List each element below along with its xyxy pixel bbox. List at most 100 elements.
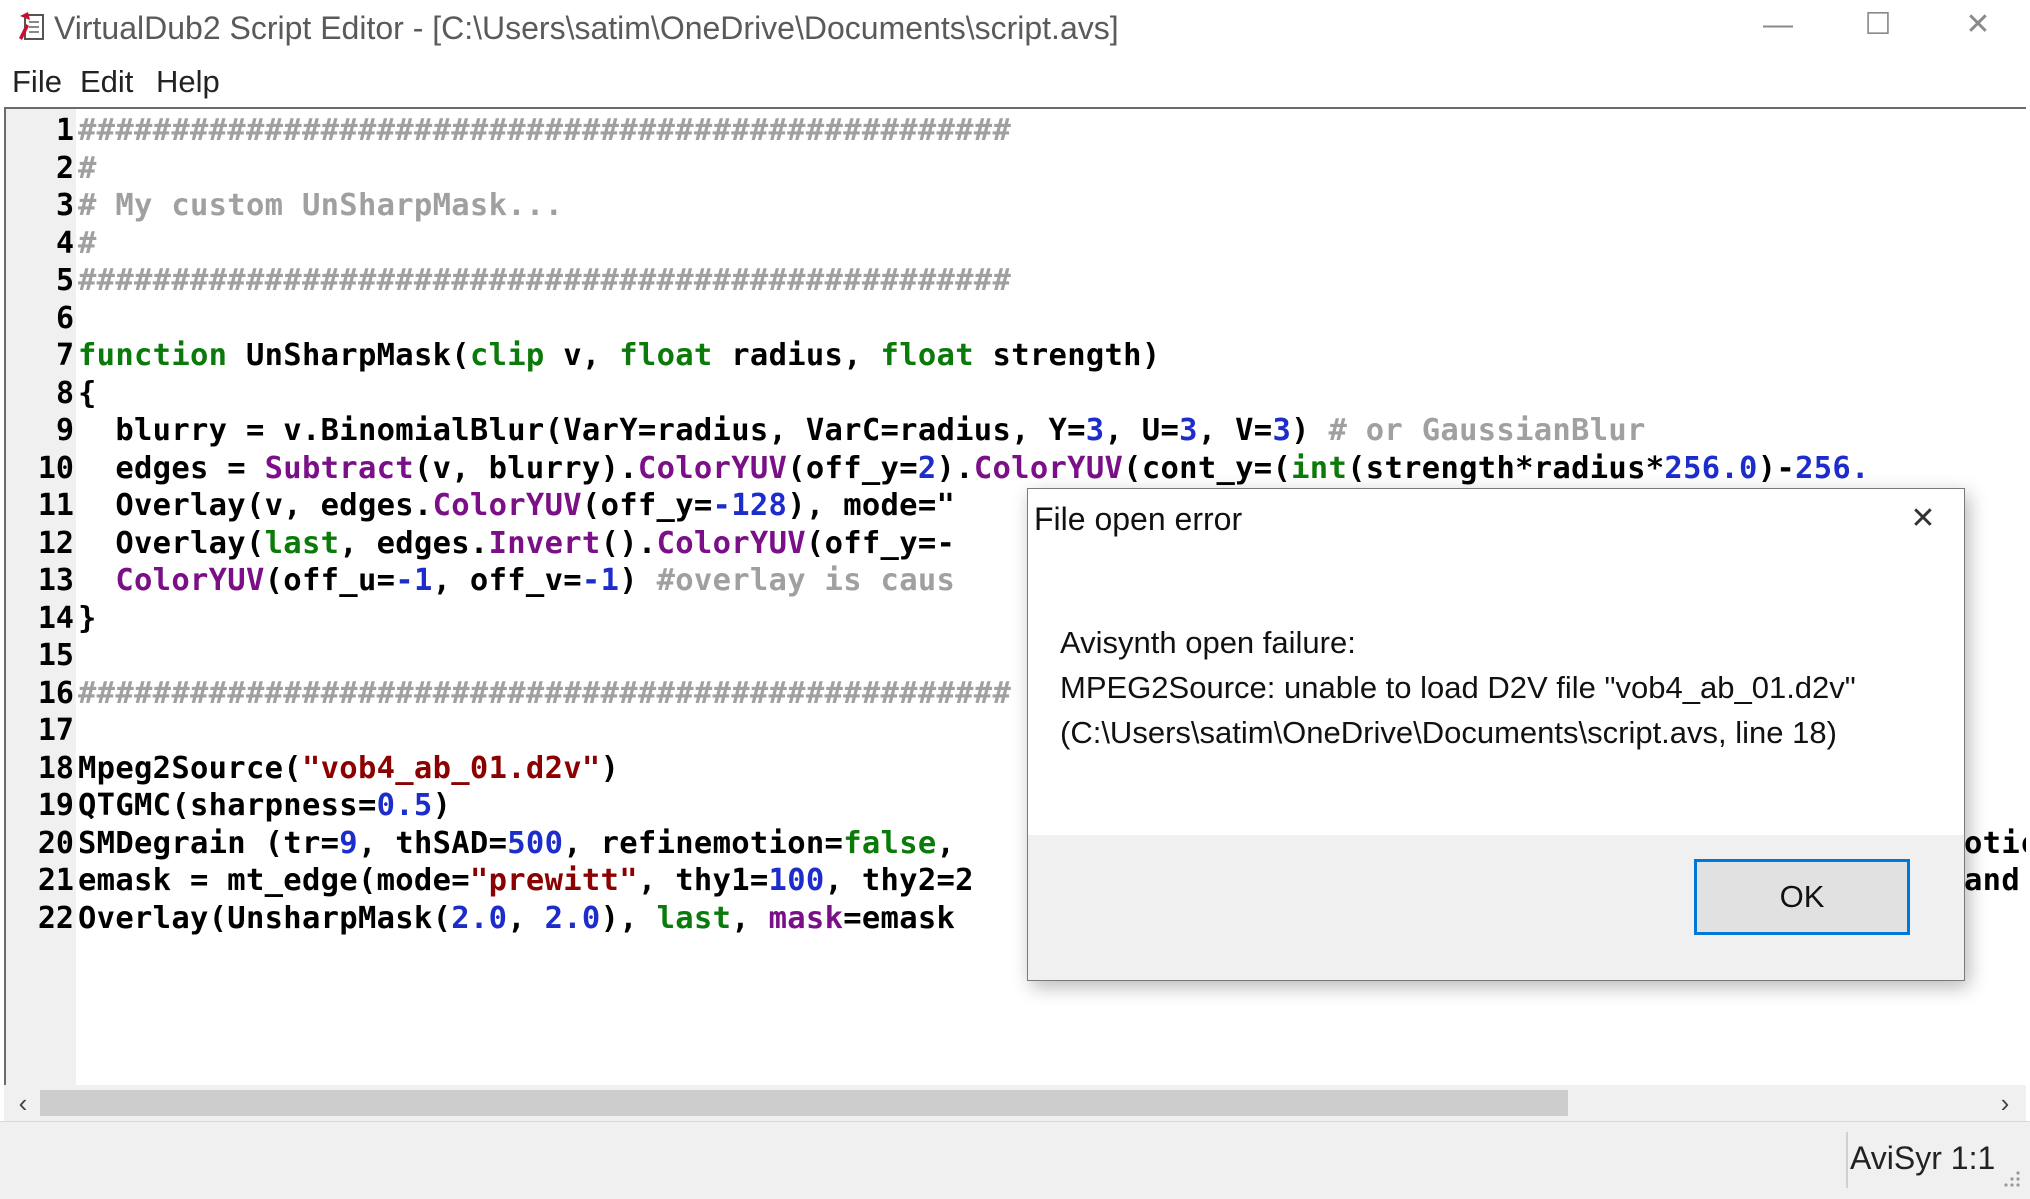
code-token: 256. bbox=[1795, 450, 1870, 486]
code-line[interactable]: Overlay(last, edges.Invert().ColorYUV(of… bbox=[78, 525, 955, 563]
code-line[interactable]: edges = Subtract(v, blurry).ColorYUV(off… bbox=[78, 450, 1870, 488]
code-token: ########################################… bbox=[78, 113, 1012, 148]
line-number: 19 bbox=[37, 788, 74, 823]
code-line[interactable]: # bbox=[78, 150, 97, 188]
code-token: -1 bbox=[395, 563, 433, 598]
status-separator bbox=[1846, 1132, 1848, 1188]
code-line[interactable]: } bbox=[78, 600, 97, 638]
code-token: , bbox=[507, 900, 545, 936]
code-token: Overlay(UnsharpMask( bbox=[78, 900, 452, 936]
code-token: 3 bbox=[1085, 413, 1105, 448]
code-token: #overlay is caus bbox=[656, 563, 956, 598]
code-line[interactable]: ########################################… bbox=[78, 112, 1011, 150]
code-token: Overlay(v, edges. bbox=[78, 488, 433, 523]
code-token: ColorYUV bbox=[432, 488, 582, 523]
code-token: , thy1= bbox=[637, 863, 769, 898]
code-line[interactable]: # bbox=[78, 225, 97, 263]
line-number: 21 bbox=[37, 863, 74, 898]
menu-bar: File Edit Help bbox=[0, 58, 2030, 106]
code-line[interactable]: ########################################… bbox=[78, 262, 1011, 300]
code-token: ), mode=" bbox=[787, 488, 956, 523]
file-open-error-dialog[interactable]: File open error ✕ Avisynth open failure:… bbox=[1027, 488, 1965, 981]
code-token: ). bbox=[936, 450, 974, 486]
scroll-thumb[interactable] bbox=[40, 1090, 1568, 1116]
horizontal-scrollbar[interactable]: ‹ › bbox=[4, 1085, 2026, 1121]
code-token: SMDegrain (tr= bbox=[78, 825, 340, 861]
line-number: 18 bbox=[37, 750, 74, 786]
code-line[interactable]: SMDegrain (tr=9, thSAD=500, refinemotion… bbox=[78, 825, 955, 863]
code-line[interactable]: function UnSharpMask(clip v, float radiu… bbox=[78, 337, 1161, 375]
line-number: 15 bbox=[37, 638, 74, 673]
code-token: # bbox=[78, 225, 97, 261]
code-token: int bbox=[1291, 450, 1348, 486]
code-line[interactable]: { bbox=[78, 375, 97, 413]
line-number: 17 bbox=[37, 713, 74, 748]
script-editor-icon bbox=[19, 12, 44, 40]
code-token: ########################################… bbox=[78, 263, 1012, 298]
menu-help[interactable]: Help bbox=[156, 64, 220, 100]
code-token: , thSAD= bbox=[357, 825, 508, 861]
line-number: 12 bbox=[37, 525, 74, 561]
dialog-message-line: MPEG2Source: unable to load D2V file "vo… bbox=[1060, 670, 1856, 705]
maximize-button[interactable]: ☐ bbox=[1828, 0, 1928, 54]
code-token: ) bbox=[600, 750, 620, 786]
code-token: last bbox=[264, 525, 340, 561]
scroll-left-arrow-icon[interactable]: ‹ bbox=[6, 1085, 40, 1121]
code-token: (off_y=- bbox=[805, 525, 956, 561]
line-number: 4 bbox=[55, 225, 74, 261]
code-line-tail: otic bbox=[1964, 825, 2026, 861]
code-token: )- bbox=[1757, 450, 1796, 486]
minimize-button[interactable]: — bbox=[1728, 0, 1828, 54]
code-token: (). bbox=[600, 525, 657, 561]
code-line[interactable]: ########################################… bbox=[78, 675, 1011, 713]
menu-edit[interactable]: Edit bbox=[80, 64, 133, 100]
code-token: 2.0 bbox=[451, 900, 508, 936]
code-line[interactable]: QTGMC(sharpness=0.5) bbox=[78, 787, 451, 825]
code-token: } bbox=[78, 600, 97, 636]
code-token: mask bbox=[768, 900, 844, 936]
code-line[interactable]: emask = mt_edge(mode="prewitt", thy1=100… bbox=[78, 862, 974, 900]
code-token: false bbox=[843, 825, 937, 861]
dialog-message-line: (C:\Users\satim\OneDrive\Documents\scrip… bbox=[1060, 715, 1837, 750]
code-token: Invert bbox=[488, 525, 601, 561]
code-token: -1 bbox=[581, 563, 620, 598]
code-token: (off_y= bbox=[581, 488, 713, 523]
window-title: VirtualDub2 Script Editor - [C:\Users\sa… bbox=[54, 10, 1119, 46]
line-number: 5 bbox=[55, 263, 74, 298]
scroll-right-arrow-icon[interactable]: › bbox=[1988, 1085, 2022, 1121]
code-line[interactable]: Mpeg2Source("vob4_ab_01.d2v") bbox=[78, 750, 619, 788]
code-token: clip bbox=[469, 338, 545, 373]
code-token: ########################################… bbox=[78, 675, 1012, 711]
code-token: =emask bbox=[843, 900, 956, 936]
ok-button[interactable]: OK bbox=[1694, 859, 1910, 935]
title-bar[interactable]: VirtualDub2 Script Editor - [C:\Users\sa… bbox=[0, 0, 2030, 58]
code-token: (cont_y=( bbox=[1123, 450, 1292, 486]
line-number: 2 bbox=[55, 150, 74, 186]
status-bar: AviSyr 1:1 bbox=[0, 1121, 2030, 1199]
code-token: function bbox=[78, 338, 228, 373]
menu-file[interactable]: File bbox=[12, 64, 62, 100]
dialog-close-icon[interactable]: ✕ bbox=[1898, 499, 1948, 539]
code-line[interactable]: Overlay(UnsharpMask(2.0, 2.0), last, mas… bbox=[78, 900, 955, 938]
code-token: # My custom UnSharpMask... bbox=[78, 188, 564, 223]
resize-grip-icon[interactable] bbox=[2002, 1169, 2022, 1189]
close-button[interactable]: ✕ bbox=[1928, 0, 2028, 54]
code-token: strength) bbox=[973, 338, 1161, 373]
code-line[interactable]: Overlay(v, edges.ColorYUV(off_y=-128), m… bbox=[78, 487, 955, 525]
code-token: 256.0 bbox=[1664, 450, 1758, 486]
code-token: (strength*radius* bbox=[1347, 450, 1665, 486]
code-token: (off_y= bbox=[787, 450, 918, 486]
line-number: 13 bbox=[37, 563, 74, 598]
code-line[interactable]: # My custom UnSharpMask... bbox=[78, 187, 563, 225]
code-line[interactable]: ColorYUV(off_u=-1, off_v=-1) #overlay is… bbox=[78, 562, 955, 600]
code-line[interactable]: blurry = v.BinomialBlur(VarY=radius, Var… bbox=[78, 412, 1646, 450]
line-number: 11 bbox=[37, 488, 74, 523]
code-token: 2.0 bbox=[544, 900, 601, 936]
code-token: Subtract bbox=[264, 450, 414, 486]
line-number-gutter: 1 2 3 4 5 6 7 8 9 10 11 12 13 14 15 16 17 18 19 20 21 22 bbox=[6, 109, 76, 1085]
code-token: ) bbox=[619, 563, 657, 598]
code-token: ColorYUV bbox=[973, 450, 1124, 486]
code-token: ), bbox=[600, 900, 657, 936]
code-token: , refinemotion= bbox=[563, 825, 844, 861]
line-number: 16 bbox=[37, 675, 74, 711]
